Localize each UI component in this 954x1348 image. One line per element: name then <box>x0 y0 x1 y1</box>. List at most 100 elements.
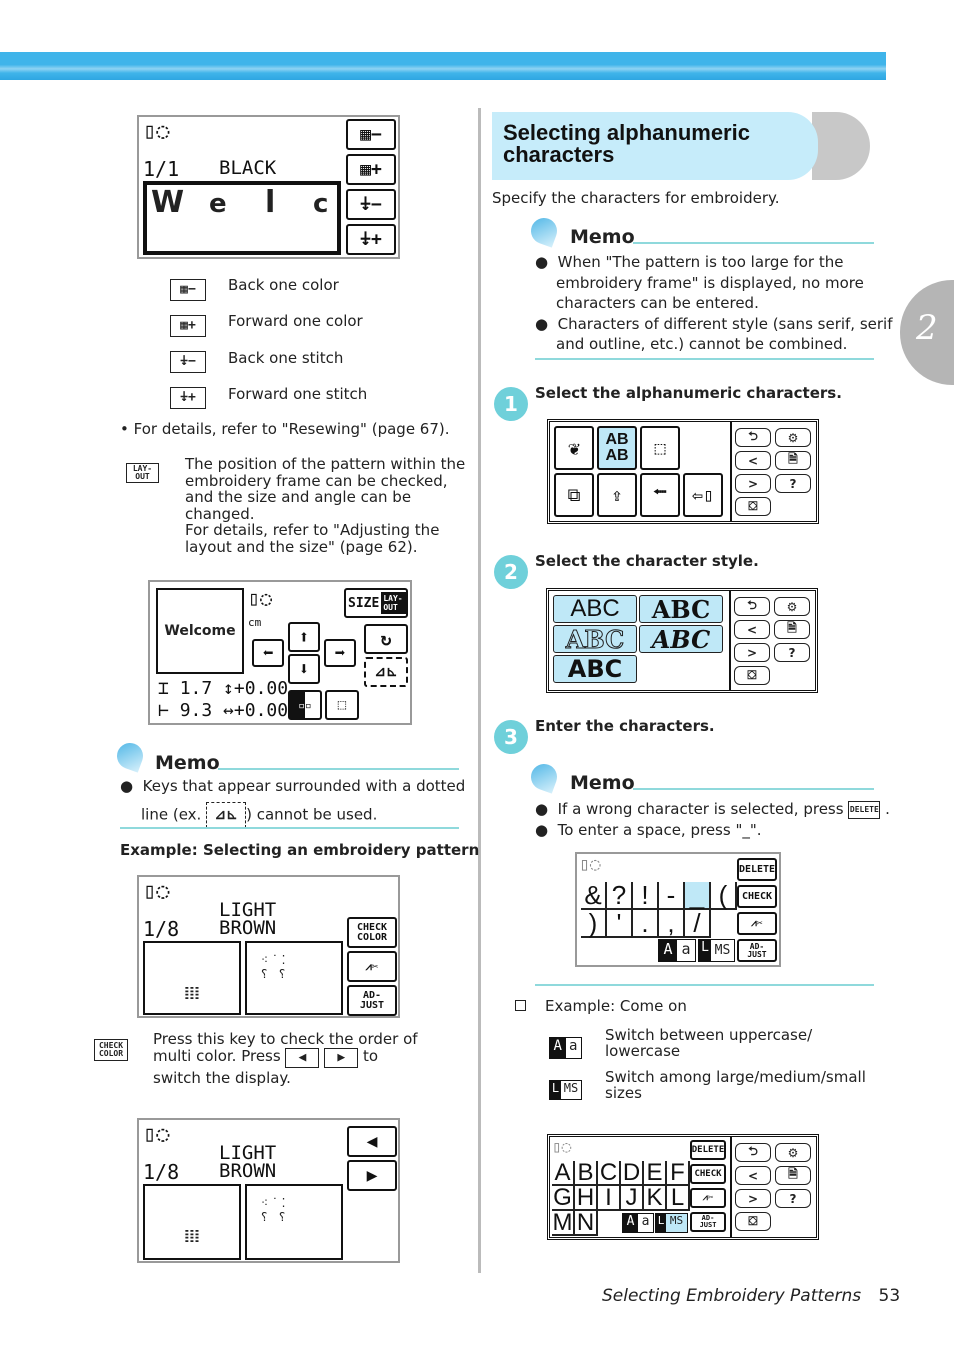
character-key[interactable]: J <box>621 1184 644 1211</box>
character-key[interactable]: ! <box>633 880 659 910</box>
frame-pattern-button[interactable]: ⬚ <box>640 426 680 470</box>
header-banner <box>0 52 886 80</box>
character-key[interactable]: G <box>552 1184 575 1211</box>
character-key[interactable]: A <box>552 1159 575 1186</box>
size-toggle-button[interactable]: L MS <box>655 1213 688 1233</box>
left-button[interactable]: < <box>734 620 770 639</box>
character-key[interactable]: . <box>633 908 659 938</box>
back-one-color-button[interactable]: ▦− <box>346 119 396 150</box>
back-button[interactable]: ⮌ <box>734 597 770 616</box>
embroidery-home-button[interactable]: ⛋ <box>735 497 771 516</box>
thread-cut-button[interactable]: ⩘✂ <box>737 912 777 935</box>
pattern-preview: Welcome <box>156 588 244 674</box>
left-button[interactable]: < <box>735 451 771 470</box>
size-toggle-button[interactable]: L MS <box>698 939 735 962</box>
settings-button[interactable]: ⚙ <box>774 597 810 616</box>
character-key[interactable]: _ <box>685 880 711 910</box>
style-script-button[interactable]: ABC <box>639 625 723 654</box>
back-button[interactable]: ⮌ <box>735 1143 771 1162</box>
character-key[interactable]: , <box>659 908 685 938</box>
pocket-button[interactable]: ⇪ <box>597 473 637 517</box>
style-serif-button[interactable]: ABC <box>639 595 723 624</box>
character-key[interactable]: ' <box>607 908 633 938</box>
character-key[interactable]: L <box>667 1184 690 1211</box>
embroidery-home-button[interactable]: ⛋ <box>734 666 770 685</box>
memory-button[interactable]: ⧉ <box>554 473 594 517</box>
style-sans-serif-button[interactable]: ABC <box>553 595 637 623</box>
embroidery-unit-icon: ▯◌ <box>248 586 273 610</box>
trial-button[interactable]: ⬚ <box>325 690 359 720</box>
thread-cut-button[interactable]: ⩘✂ <box>690 1188 726 1208</box>
settings-button[interactable]: ⚙ <box>775 1143 811 1162</box>
rotate-button[interactable]: ↻ <box>364 624 408 654</box>
text-line: The position of the pattern within the <box>185 455 466 473</box>
move-right-button[interactable]: ➡ <box>324 639 356 667</box>
case-toggle-button[interactable]: Aa <box>622 1213 654 1233</box>
settings-button[interactable]: ⚙ <box>775 428 811 447</box>
character-key[interactable]: N <box>575 1209 598 1236</box>
character-key[interactable]: H <box>575 1184 598 1211</box>
character-key[interactable]: & <box>581 880 607 910</box>
memo-text: . <box>885 800 890 818</box>
memo-rule <box>535 358 874 360</box>
adjust-button[interactable]: AD- JUST <box>347 985 397 1016</box>
check-button[interactable]: CHECK <box>690 1164 726 1184</box>
style-bold-button[interactable]: ABC <box>553 655 637 683</box>
character-key[interactable]: / <box>685 908 711 938</box>
character-key[interactable]: K <box>644 1184 667 1211</box>
adjust-button[interactable]: AD- JUST <box>690 1212 726 1232</box>
pattern-preview-full: 𝍖 <box>143 1184 241 1260</box>
left-button[interactable]: < <box>735 1166 771 1185</box>
explanation-button[interactable]: 🗎 <box>774 620 810 639</box>
character-key[interactable]: I <box>598 1184 621 1211</box>
previous-color-button[interactable]: ◀ <box>347 1126 397 1157</box>
character-key[interactable]: F <box>667 1159 690 1186</box>
thread-cut-button[interactable]: ⩘✂ <box>347 951 397 982</box>
move-left-button[interactable]: ⬅ <box>252 639 284 667</box>
back-one-stitch-button[interactable]: ⍖− <box>346 189 396 220</box>
character-key[interactable]: C <box>598 1159 621 1186</box>
delete-button[interactable]: DELETE <box>737 858 777 881</box>
next-color-button[interactable]: ▶ <box>347 1160 397 1191</box>
embroidery-home-button[interactable]: ⛋ <box>735 1212 771 1231</box>
check-color-button[interactable]: CHECK COLOR <box>347 917 397 948</box>
back-button[interactable]: ⮌ <box>735 428 771 447</box>
style-outline-button[interactable]: ABC <box>553 624 637 654</box>
card-button[interactable]: ⇦▯ <box>683 473 723 517</box>
forward-one-color-button[interactable]: ▦+ <box>346 154 396 185</box>
explanation-button[interactable]: 🗎 <box>775 1166 811 1185</box>
right-button[interactable]: > <box>735 474 771 493</box>
move-up-button[interactable]: ⬆ <box>288 622 320 652</box>
help-button[interactable]: ? <box>774 643 810 662</box>
character-key[interactable]: M <box>552 1209 575 1236</box>
explanation-button[interactable]: 🗎 <box>775 451 811 470</box>
usb-button[interactable]: ⭪ <box>640 473 680 517</box>
help-button[interactable]: ? <box>775 474 811 493</box>
alphanumeric-button[interactable]: AB AB <box>597 426 637 470</box>
embroidery-pattern-button[interactable]: ❦ <box>554 426 594 470</box>
move-down-button[interactable]: ⬇ <box>288 654 320 684</box>
character-key[interactable]: ) <box>581 908 607 938</box>
width-offset: +0.00 <box>233 700 289 721</box>
help-button[interactable]: ? <box>775 1189 811 1208</box>
check-button[interactable]: CHECK <box>737 885 777 908</box>
right-button[interactable]: > <box>734 643 770 662</box>
frame-position-button[interactable]: ▫ ▫ <box>288 690 322 720</box>
character-key[interactable]: ( <box>711 880 737 910</box>
case-description: Switch between uppercase/lowercase <box>605 1027 812 1059</box>
character-key[interactable]: ? <box>607 880 633 910</box>
forward-one-stitch-button[interactable]: ⍖+ <box>346 224 396 255</box>
details-note: • For details, refer to "Resewing" (page… <box>120 420 450 438</box>
right-button[interactable]: > <box>735 1189 771 1208</box>
adjust-button[interactable]: AD- JUST <box>737 939 777 962</box>
step-number: 1 <box>494 387 528 421</box>
size-button[interactable]: SIZE LAY-OUT <box>344 588 408 618</box>
character-key[interactable]: B <box>575 1159 598 1186</box>
case-toggle-button[interactable]: Aa <box>658 939 696 962</box>
size-ms-label: MS <box>563 1081 579 1095</box>
character-key[interactable]: D <box>621 1159 644 1186</box>
character-key[interactable]: E <box>644 1159 667 1186</box>
character-key[interactable]: - <box>659 880 685 910</box>
delete-button[interactable]: DELETE <box>690 1140 726 1160</box>
intro-text: Specify the characters for embroidery. <box>492 189 780 207</box>
